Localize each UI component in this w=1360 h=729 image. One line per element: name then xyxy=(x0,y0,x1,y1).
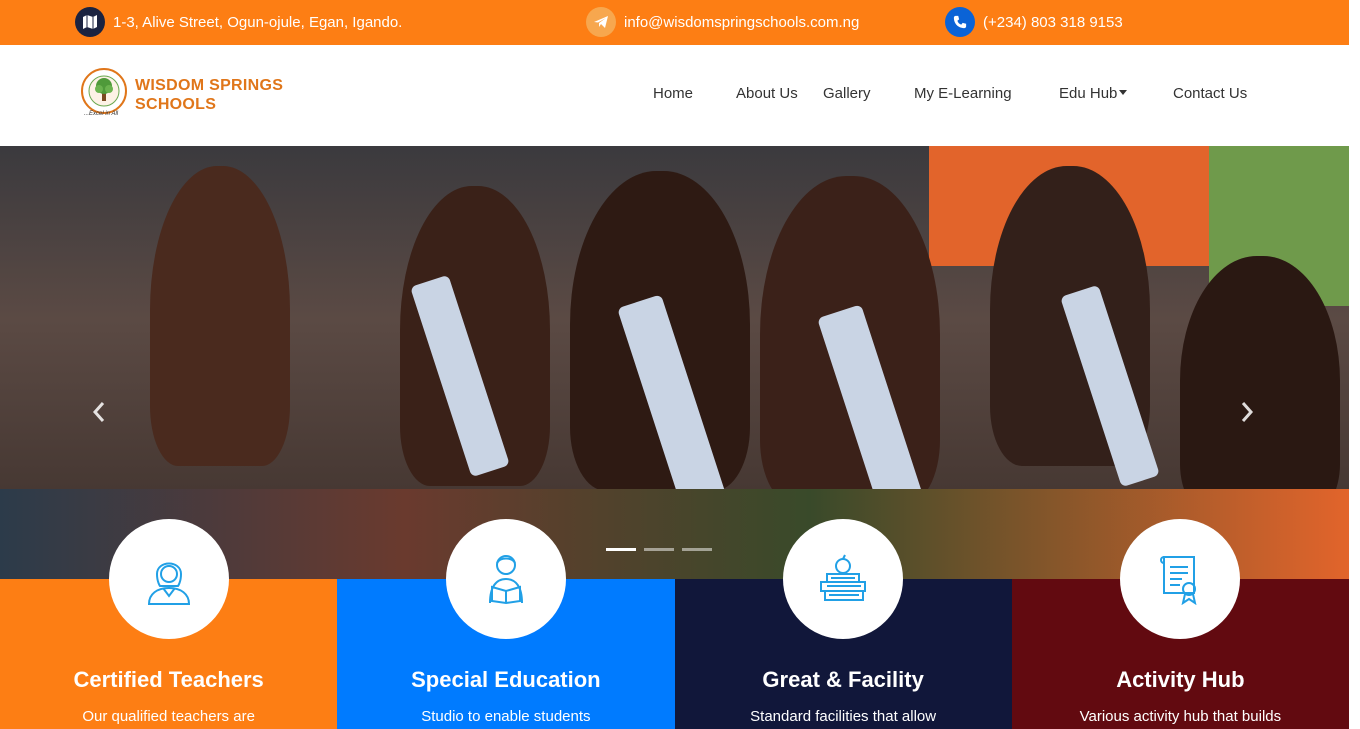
chevron-right-icon xyxy=(1241,402,1254,422)
tagline: ...Excel in All xyxy=(84,111,119,117)
feature-title: Great & Facility xyxy=(762,667,924,692)
feature-icon-circle xyxy=(1120,519,1241,639)
carousel-prev-button[interactable] xyxy=(92,401,106,429)
top-contact-bar: 1-3, Alive Street, Ogun-ojule, Egan, Iga… xyxy=(0,0,1349,45)
nav-eduhub-label: Edu Hub xyxy=(1059,85,1118,102)
teacher-icon xyxy=(147,562,190,605)
feature-text: Studio to enable students xyxy=(421,708,591,725)
student-reading-icon xyxy=(488,555,523,605)
certificate-icon xyxy=(1160,556,1197,605)
carousel-next-button[interactable] xyxy=(1240,401,1254,429)
feature-text: Standard facilities that allow xyxy=(750,708,937,725)
feature-icon-circle xyxy=(108,519,229,639)
nav-gallery[interactable]: Gallery xyxy=(823,85,871,102)
nav-about[interactable]: About Us xyxy=(736,85,798,102)
phone-item[interactable]: (+234) 803 318 9153 xyxy=(945,7,1123,37)
phone-link[interactable]: (+234) 803 318 9153 xyxy=(983,14,1123,31)
feature-card-teachers: Certified Teachers Our qualified teacher… xyxy=(0,519,338,729)
nav-eduhub-dropdown[interactable]: Edu Hub xyxy=(1059,85,1128,102)
feature-title: Certified Teachers xyxy=(73,667,264,692)
feature-card-facility: Great & Facility Standard facilities tha… xyxy=(674,519,1012,729)
email-item[interactable]: info@wisdomspringschools.com.ng xyxy=(586,7,859,37)
carousel-indicator[interactable] xyxy=(682,548,712,551)
main-navbar: ...Excel in All WISDOM SPRINGS SCHOOLS H… xyxy=(0,45,1349,146)
nav-menu: Home About Us Gallery My E-Learning Edu … xyxy=(0,85,1349,107)
feature-text: Our qualified teachers are xyxy=(82,708,255,725)
hero-figure xyxy=(1180,256,1340,516)
hero-carousel xyxy=(0,146,1349,579)
feature-card-activity: Activity Hub Various activity hub that b… xyxy=(1011,519,1349,729)
nav-home[interactable]: Home xyxy=(653,85,693,102)
nav-elearning[interactable]: My E-Learning xyxy=(914,85,1012,102)
phone-icon xyxy=(945,7,975,37)
address-text: 1-3, Alive Street, Ogun-ojule, Egan, Iga… xyxy=(113,13,403,31)
feature-text: Various activity hub that builds xyxy=(1079,708,1282,725)
books-apple-icon xyxy=(820,554,867,601)
feature-card-special-education: Special Education Studio to enable stude… xyxy=(337,519,675,729)
caret-down-icon xyxy=(1119,90,1128,95)
telegram-icon xyxy=(586,7,616,37)
feature-title: Activity Hub xyxy=(1116,667,1245,692)
chevron-left-icon xyxy=(92,402,105,422)
email-link[interactable]: info@wisdomspringschools.com.ng xyxy=(624,14,859,31)
feature-title: Special Education xyxy=(411,667,601,692)
carousel-indicator[interactable] xyxy=(644,548,674,551)
address-item: 1-3, Alive Street, Ogun-ojule, Egan, Iga… xyxy=(75,7,402,37)
map-icon xyxy=(75,7,105,37)
features-row: Certified Teachers Our qualified teacher… xyxy=(0,519,1349,729)
hero-figure xyxy=(150,166,290,466)
feature-icon-circle xyxy=(445,519,566,639)
carousel-indicators xyxy=(606,548,712,551)
feature-icon-circle xyxy=(783,519,904,639)
nav-contact[interactable]: Contact Us xyxy=(1173,85,1247,102)
carousel-indicator[interactable] xyxy=(606,548,636,551)
